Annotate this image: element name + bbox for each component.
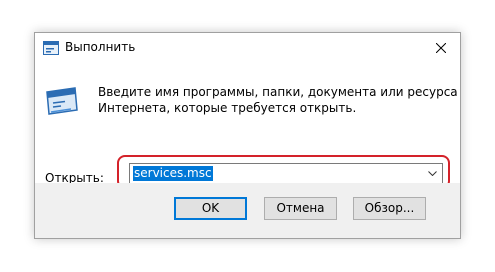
run-program-icon — [45, 86, 79, 116]
description-line-1: Введите имя программы, папки, документа … — [98, 85, 458, 99]
open-combobox[interactable]: services.msc — [129, 163, 443, 184]
description-text: Введите имя программы, папки, документа … — [98, 84, 458, 116]
browse-button[interactable]: Обзор... — [353, 197, 426, 220]
description-line-2: Интернета, которые требуется открыть. — [98, 101, 357, 115]
run-icon — [43, 41, 59, 55]
ok-button[interactable]: OK — [174, 197, 247, 220]
chevron-down-icon — [428, 171, 437, 176]
dropdown-button[interactable] — [424, 165, 441, 182]
run-dialog: Выполнить Введите имя программы, папки, … — [34, 32, 461, 239]
button-bar: OK Отмена Обзор... — [35, 183, 460, 238]
close-icon — [436, 43, 446, 53]
cancel-button[interactable]: Отмена — [264, 197, 337, 220]
title-bar[interactable]: Выполнить — [35, 33, 460, 63]
window-title: Выполнить — [65, 40, 136, 54]
dialog-content: Введите имя программы, папки, документа … — [35, 63, 460, 189]
open-input-value[interactable]: services.msc — [133, 166, 213, 181]
close-button[interactable] — [422, 33, 460, 63]
